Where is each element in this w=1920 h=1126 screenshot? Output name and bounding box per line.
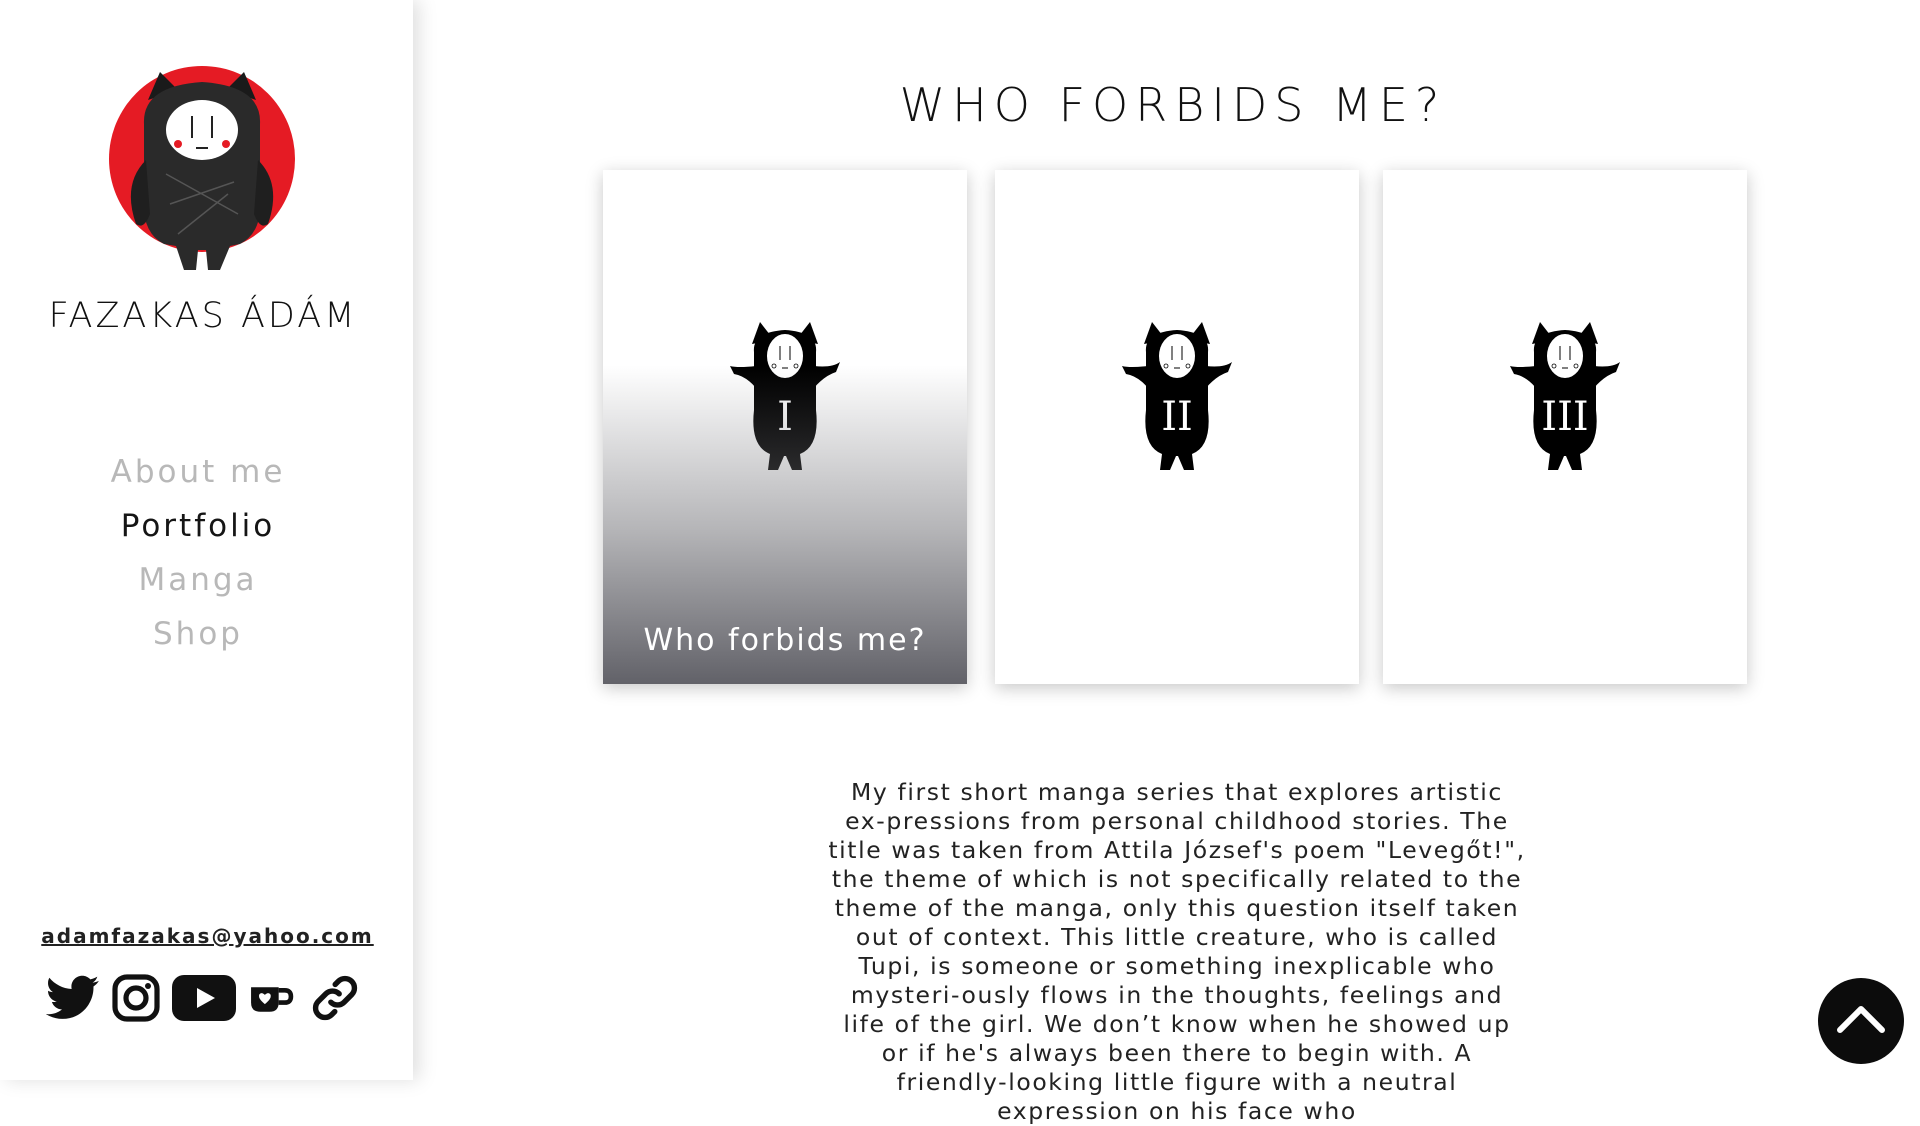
logo-creature-icon[interactable] — [108, 64, 296, 270]
site-title[interactable]: FAZAKAS ÁDÁM — [0, 296, 406, 336]
tupi-creature-icon: III — [1510, 322, 1620, 470]
page-title: WHO FORBIDS ME? — [899, 78, 1447, 132]
volume-mark: II — [1161, 394, 1193, 440]
tupi-creature-icon: II — [1122, 322, 1232, 470]
youtube-icon[interactable] — [172, 975, 236, 1025]
card-caption: Who forbids me? — [643, 623, 927, 658]
manga-volume-card-3[interactable]: III — [1383, 170, 1747, 684]
sidebar: FAZAKAS ÁDÁM About me Portfolio Manga Sh… — [0, 0, 413, 1080]
manga-volume-card-2[interactable]: II — [995, 170, 1359, 684]
manga-description: My first short manga series that explore… — [828, 778, 1526, 1125]
main-content: WHO FORBIDS ME? I Who forbids me? II III… — [413, 0, 1920, 1125]
scroll-to-top-button[interactable] — [1818, 978, 1904, 1064]
email-link[interactable]: adamfazakas@yahoo.com — [0, 924, 415, 948]
chevron-up-icon — [1837, 1006, 1885, 1033]
tupi-creature-icon: I — [730, 322, 840, 470]
instagram-icon[interactable] — [112, 974, 160, 1026]
main-nav: About me Portfolio Manga Shop — [0, 445, 396, 661]
link-icon[interactable] — [306, 973, 364, 1027]
nav-shop[interactable]: Shop — [0, 607, 396, 661]
volume-mark: III — [1541, 394, 1588, 440]
kofi-icon[interactable] — [248, 981, 294, 1019]
volume-mark: I — [777, 394, 793, 440]
nav-manga[interactable]: Manga — [0, 553, 396, 607]
manga-volume-card-1[interactable]: I Who forbids me? — [603, 170, 967, 684]
social-links — [45, 972, 364, 1028]
nav-about-me[interactable]: About me — [0, 445, 396, 499]
twitter-icon[interactable] — [45, 975, 100, 1025]
nav-portfolio[interactable]: Portfolio — [0, 499, 396, 553]
